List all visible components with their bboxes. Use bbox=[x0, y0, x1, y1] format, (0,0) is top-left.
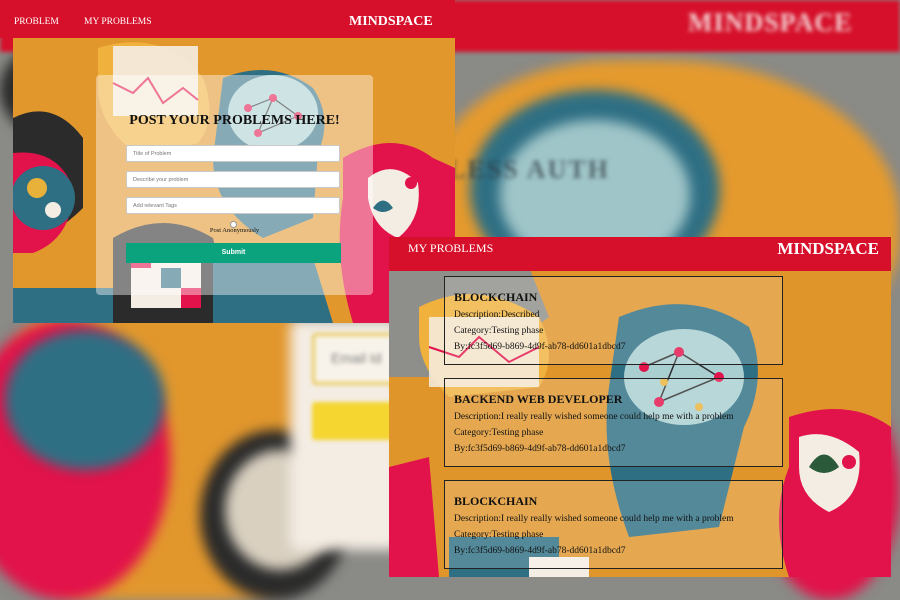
form-heading: POST YOUR PROBLEMS HERE! bbox=[129, 113, 340, 128]
background-brand: MINDSPACE bbox=[688, 8, 853, 37]
problem-category: Category:Testing phase bbox=[454, 428, 544, 438]
problem-tags-input[interactable] bbox=[126, 197, 340, 214]
nav-problem-link[interactable]: PROBLEM bbox=[14, 17, 59, 27]
top-navbar: PROBLEM MY PROBLEMS MINDSPACE bbox=[0, 0, 455, 38]
problem-title: BLOCKCHAIN bbox=[454, 290, 538, 304]
nav-brand: MINDSPACE bbox=[349, 14, 433, 29]
nav-my-problems-link-2[interactable]: MY PROBLEMS bbox=[408, 241, 493, 256]
problem-category: Category:Testing phase bbox=[454, 530, 544, 540]
problems-list: BLOCKCHAIN Description:Described Categor… bbox=[444, 276, 783, 577]
submit-button[interactable]: Submit bbox=[126, 243, 341, 263]
problem-card[interactable]: BLOCKCHAIN Description:Described Categor… bbox=[444, 276, 783, 365]
problem-title: BLOCKCHAIN bbox=[454, 494, 538, 508]
problem-description: Description:Described bbox=[454, 310, 540, 320]
post-problem-form: POST YOUR PROBLEMS HERE! Post Anonymousl… bbox=[96, 75, 373, 295]
problem-description-input[interactable] bbox=[126, 171, 340, 188]
problem-title-input[interactable] bbox=[126, 145, 340, 162]
problem-description: Description:I really really wished someo… bbox=[454, 514, 734, 524]
problem-category: Category:Testing phase bbox=[454, 326, 544, 336]
problem-card[interactable]: BLOCKCHAIN Description:I really really w… bbox=[444, 480, 783, 569]
background-overlay-text: LESS AUTH bbox=[448, 155, 610, 184]
problem-author: By:fc3f5d69-b869-4d9f-ab78-dd601a1dbcd7 bbox=[454, 444, 626, 454]
problem-description: Description:I really really wished someo… bbox=[454, 412, 734, 422]
my-problems-navbar: MY PROBLEMS MINDSPACE bbox=[389, 237, 891, 271]
problem-title: BACKEND WEB DEVELOPER bbox=[454, 392, 623, 406]
post-anonymously-label: Post Anonymously bbox=[209, 227, 260, 234]
my-problems-window: MY PROBLEMS MINDSPACE BLOCKCHAIN Descrip… bbox=[389, 237, 891, 577]
nav-my-problems-link[interactable]: MY PROBLEMS bbox=[84, 17, 151, 27]
nav-brand-2: MINDSPACE bbox=[777, 239, 879, 258]
problem-card[interactable]: BACKEND WEB DEVELOPER Description:I real… bbox=[444, 378, 783, 467]
problem-author: By:fc3f5d69-b869-4d9f-ab78-dd601a1dbcd7 bbox=[454, 342, 626, 352]
problem-author: By:fc3f5d69-b869-4d9f-ab78-dd601a1dbcd7 bbox=[454, 546, 626, 556]
